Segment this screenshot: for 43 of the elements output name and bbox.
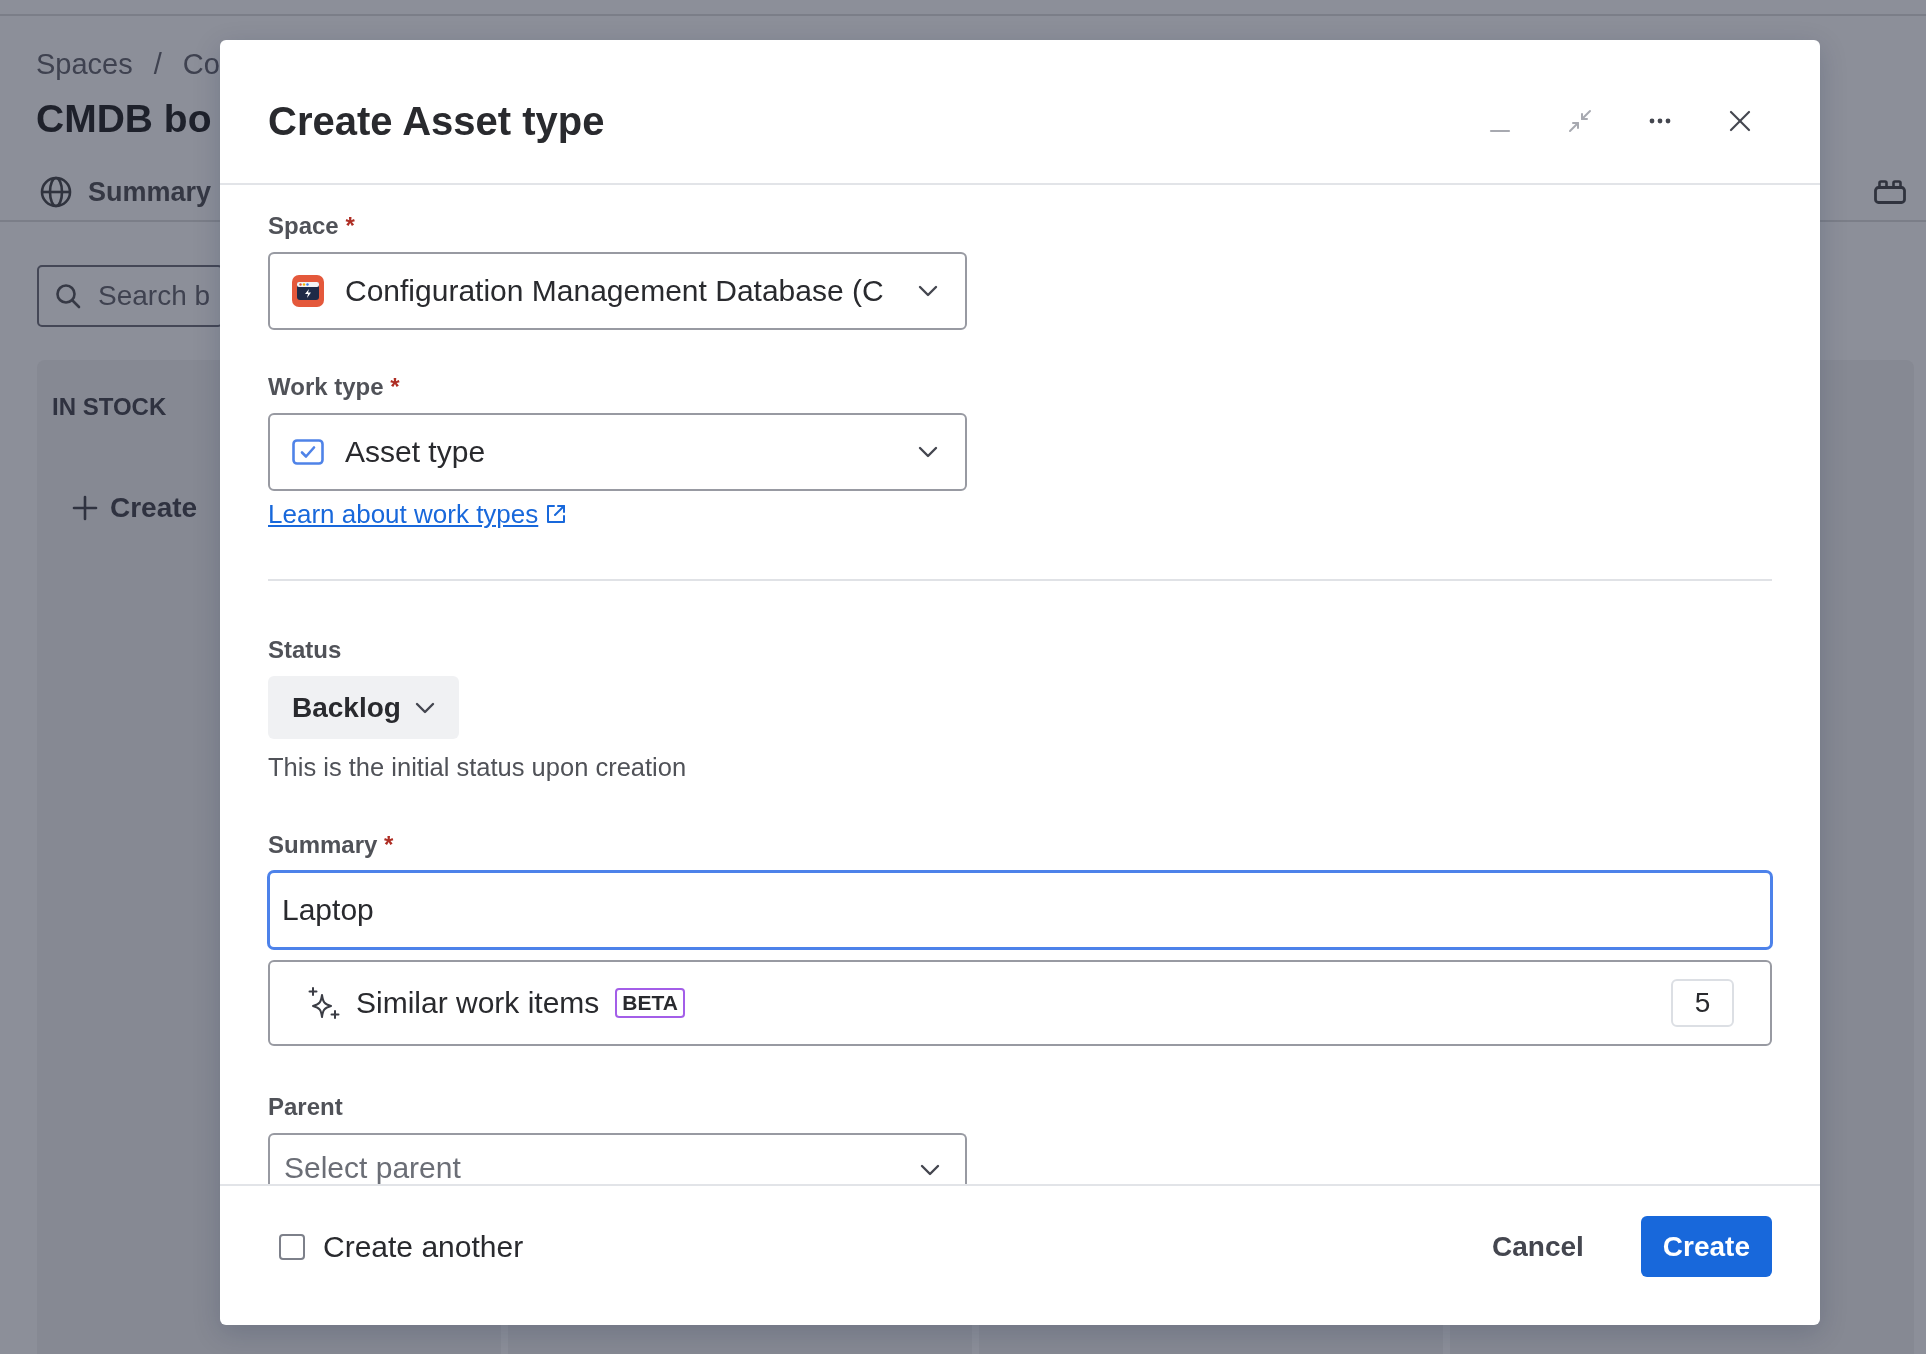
- count-badge: 5: [1671, 979, 1734, 1027]
- search-field[interactable]: Search b: [37, 265, 223, 327]
- field-label: Work type *: [268, 373, 400, 401]
- dialog-title: Create Asset type: [268, 99, 605, 143]
- chevron-down-icon: [920, 1164, 940, 1176]
- similar-items-panel[interactable]: Similar work items BETA 5: [268, 960, 1772, 1046]
- search-icon: [55, 283, 81, 309]
- breadcrumb-separator: /: [153, 47, 162, 81]
- board-title: CMDB bo: [36, 96, 212, 142]
- create-button[interactable]: Create: [1640, 1216, 1772, 1277]
- similar-items-label: Similar work items: [356, 986, 600, 1020]
- checkbox-type-icon: [292, 439, 324, 465]
- work-type-select[interactable]: Asset type: [268, 413, 967, 491]
- close-icon: [1729, 110, 1751, 132]
- nav-tab[interactable]: Summary: [40, 164, 212, 220]
- parent-select[interactable]: Select parent: [268, 1133, 967, 1184]
- create-item-button[interactable]: Create: [52, 480, 198, 536]
- space-select[interactable]: Configuration Management Database (C: [268, 252, 967, 330]
- inward-arrows-icon: [1568, 109, 1592, 133]
- chevron-down-icon: [414, 701, 435, 714]
- globe-icon: [40, 176, 72, 208]
- chevron-down-icon: [918, 446, 938, 458]
- field-label: Status: [268, 636, 342, 664]
- external-link-icon: [545, 503, 568, 525]
- more-icon: [1649, 118, 1671, 124]
- brick-icon[interactable]: [1874, 180, 1906, 204]
- chevron-down-icon: [918, 285, 938, 297]
- window-app-icon: [292, 275, 324, 307]
- column-title: IN STOCK: [52, 392, 167, 422]
- plus-icon: [72, 495, 98, 521]
- status-dropdown[interactable]: Backlog: [268, 676, 459, 739]
- minimize-icon: [1489, 129, 1511, 133]
- checkbox-label[interactable]: Create another: [323, 1229, 524, 1264]
- field-label: Summary *: [268, 831, 394, 859]
- helper-text: This is the initial status upon creation: [268, 752, 687, 782]
- field-label: Space *: [268, 212, 355, 240]
- beta-badge: BETA: [615, 988, 685, 1018]
- cancel-button[interactable]: Cancel: [1476, 1216, 1600, 1277]
- sparkle-icon: [307, 986, 341, 1020]
- checkbox[interactable]: [279, 1233, 305, 1260]
- summary-input[interactable]: Laptop: [268, 871, 1772, 949]
- field-label: Parent: [268, 1093, 343, 1121]
- learn-link[interactable]: Learn about work types: [268, 498, 568, 530]
